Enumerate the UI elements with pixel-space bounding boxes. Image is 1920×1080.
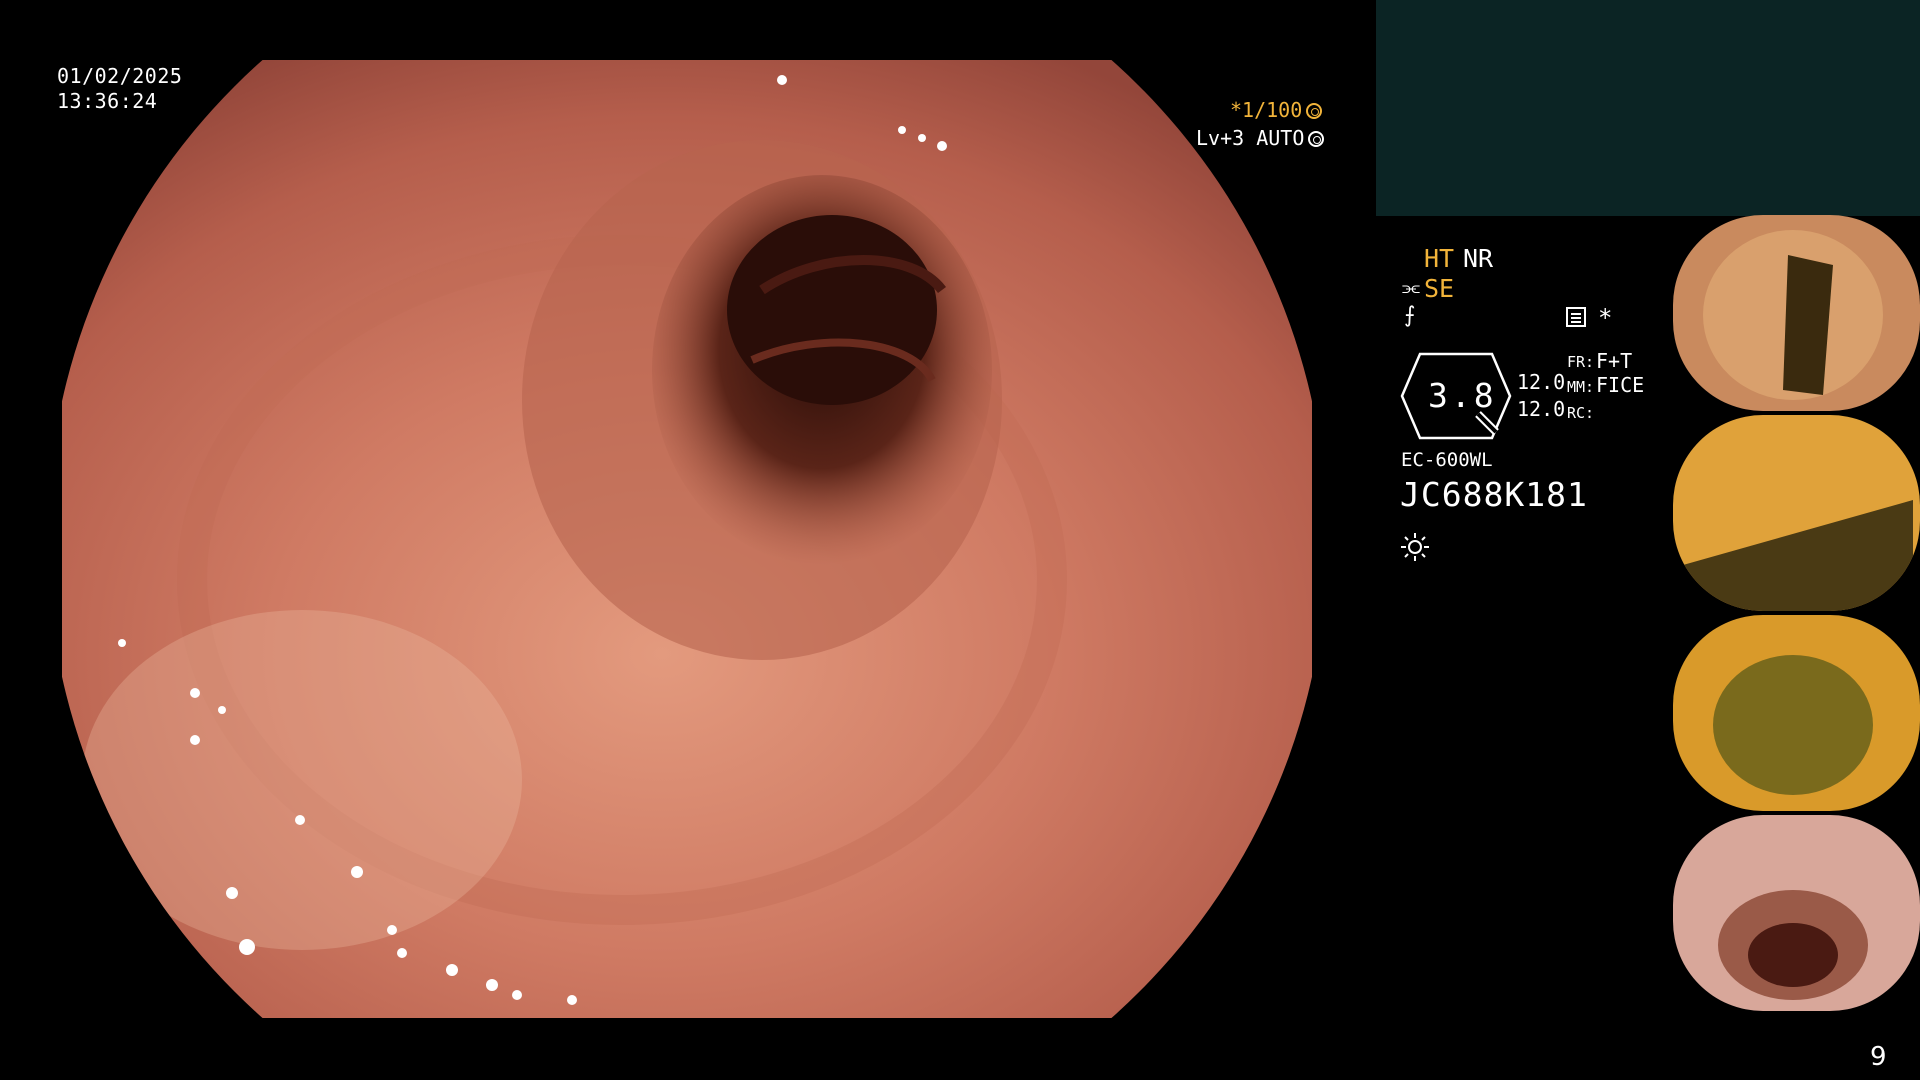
date: 01/02/2025	[57, 64, 183, 88]
aperture-icon	[1306, 103, 1323, 119]
nr-indicator: NR	[1463, 244, 1494, 273]
menu-icon	[1566, 307, 1586, 327]
sun-icon	[1401, 533, 1429, 561]
shutter-speed: *1/100	[1230, 98, 1323, 122]
value-1: 12.0	[1517, 370, 1566, 394]
structure-enhance-icon: ⫘	[1402, 275, 1420, 299]
fr-key: FR:	[1567, 353, 1595, 371]
thumbnail-image[interactable]	[1673, 215, 1920, 411]
mm-key: MM:	[1567, 378, 1595, 396]
asterisk-indicator: *	[1598, 304, 1613, 332]
thumbnail-image[interactable]	[1673, 815, 1920, 1011]
auto-iris-icon	[1308, 131, 1325, 147]
datetime: 01/02/2025 13:36:24	[57, 64, 182, 114]
time: 13:36:24	[57, 89, 158, 113]
value-2: 12.0	[1517, 397, 1566, 421]
thumbnail-image[interactable]	[1673, 615, 1920, 811]
mm-value: FICE	[1596, 373, 1645, 397]
shutter-label: *1/100	[1230, 98, 1303, 122]
iris-level: Lv+3 AUTO	[1196, 126, 1325, 150]
endoscope-main-view	[62, 60, 1312, 1018]
ht-indicator: HT	[1424, 244, 1455, 273]
level-label: Lv+3 AUTO	[1196, 126, 1305, 150]
se-indicator: SE	[1424, 274, 1455, 303]
gauge-value: 3.8	[1428, 376, 1497, 415]
scope-serial: JC688K181	[1400, 475, 1588, 514]
rc-key: RC:	[1567, 404, 1595, 422]
lightning-icon: ⨍	[1404, 303, 1416, 328]
fr-value: F+T	[1596, 349, 1633, 373]
thumbnail-image[interactable]	[1673, 415, 1920, 611]
page-number: 9	[1870, 1042, 1887, 1072]
scope-model: EC-600WL	[1401, 449, 1493, 471]
status-panel	[1376, 0, 1920, 216]
